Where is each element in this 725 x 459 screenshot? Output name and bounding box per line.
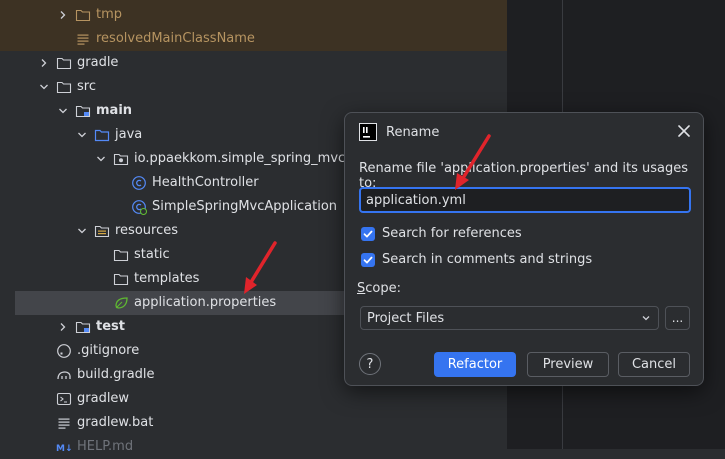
tree-item-label: HELP.md xyxy=(77,439,134,454)
chevron-right-icon[interactable] xyxy=(38,57,50,69)
chevron-down-icon[interactable] xyxy=(38,81,50,93)
source-folder-icon xyxy=(94,127,110,143)
class-icon xyxy=(131,175,147,191)
folder-icon xyxy=(56,55,72,71)
tree-item-label: templates xyxy=(134,271,200,286)
tree-item-label: test xyxy=(96,319,125,334)
chevron-right-icon[interactable] xyxy=(57,321,69,333)
tree-item[interactable]: main xyxy=(57,99,132,123)
tree-item-label: java xyxy=(115,127,143,142)
tree-item[interactable]: SimpleSpringMvcApplication xyxy=(131,195,337,219)
tree-item[interactable]: build.gradle xyxy=(56,363,155,387)
annotation-arrow xyxy=(244,241,277,294)
folder-icon xyxy=(113,247,129,263)
tree-item-label: tmp xyxy=(96,7,123,22)
chevron-right-icon[interactable] xyxy=(57,9,69,21)
tree-item-label: .gitignore xyxy=(77,343,140,358)
ignore-file-icon xyxy=(56,343,72,359)
refactor-button[interactable]: Refactor xyxy=(434,352,516,377)
tree-item[interactable]: .gitignore xyxy=(56,339,139,363)
scope-label: Scope: xyxy=(357,281,401,296)
tree-item-label: resources xyxy=(115,223,179,238)
tree-item[interactable]: resolvedMainClassName xyxy=(75,27,255,51)
dialog-title: Rename xyxy=(386,124,440,140)
module-folder-icon xyxy=(75,319,91,335)
chevron-down-icon[interactable] xyxy=(76,129,88,141)
new-name-input[interactable] xyxy=(359,187,691,213)
tree-item-label: HealthController xyxy=(152,175,259,190)
tree-item[interactable]: test xyxy=(57,315,125,339)
scope-select[interactable]: Project Files xyxy=(360,306,659,330)
chevron-down-icon xyxy=(640,312,652,324)
tree-item-label: gradle xyxy=(77,55,119,70)
intellij-icon xyxy=(359,123,377,141)
module-folder-icon xyxy=(75,103,91,119)
tree-item[interactable]: HealthController xyxy=(131,171,259,195)
markdown-icon: M↓ xyxy=(56,439,72,455)
tree-item-label: gradlew.bat xyxy=(77,415,154,430)
scope-more-button[interactable]: ... xyxy=(665,306,690,330)
spring-properties-icon xyxy=(113,295,129,311)
tree-item-label: main xyxy=(96,103,133,118)
scope-value: Project Files xyxy=(367,310,445,326)
dialog-title-bar: Rename xyxy=(359,121,439,143)
resources-folder-icon xyxy=(94,223,110,239)
cancel-button[interactable]: Cancel xyxy=(618,352,690,377)
svg-text:M↓: M↓ xyxy=(56,444,72,454)
tree-item[interactable]: io.ppaekkom.simple_spring_mvc xyxy=(95,147,345,171)
chevron-down-icon[interactable] xyxy=(57,105,69,117)
tree-item[interactable]: gradle xyxy=(38,51,118,75)
package-icon xyxy=(113,151,129,167)
tree-item-label: SimpleSpringMvcApplication xyxy=(152,199,338,214)
text-file-icon xyxy=(75,31,91,47)
shell-file-icon xyxy=(56,391,72,407)
spring-class-icon xyxy=(131,199,147,215)
folder-icon xyxy=(113,271,129,287)
search-references-checkbox[interactable] xyxy=(361,226,375,241)
tree-item[interactable]: src xyxy=(38,75,96,99)
tree-item[interactable]: gradlew.bat xyxy=(56,411,153,435)
tree-item-label: gradlew xyxy=(77,391,130,406)
preview-button[interactable]: Preview xyxy=(527,352,609,377)
folder-icon xyxy=(56,79,72,95)
tree-item[interactable]: tmp xyxy=(57,3,122,27)
rename-dialog: Rename Rename file 'application.properti… xyxy=(344,112,704,386)
search-comments-label: Search in comments and strings xyxy=(382,252,593,267)
search-comments-checkbox[interactable] xyxy=(361,252,375,267)
tree-item[interactable]: templates xyxy=(113,267,199,291)
tree-item[interactable]: java xyxy=(76,123,142,147)
chevron-down-icon[interactable] xyxy=(95,153,107,165)
gradle-file-icon xyxy=(56,367,72,383)
chevron-down-icon[interactable] xyxy=(76,225,88,237)
tree-item[interactable]: M↓ HELP.md xyxy=(56,435,133,459)
search-references-label: Search for references xyxy=(382,226,522,241)
help-button[interactable]: ? xyxy=(359,353,381,375)
tree-item[interactable]: resources xyxy=(76,219,178,243)
tree-item[interactable]: gradlew xyxy=(56,387,129,411)
tree-item-label: io.ppaekkom.simple_spring_mvc xyxy=(134,151,346,166)
tree-item-label: resolvedMainClassName xyxy=(96,31,255,46)
close-icon[interactable] xyxy=(675,122,693,140)
tree-item[interactable]: static xyxy=(113,243,170,267)
tree-item-label: static xyxy=(134,247,170,262)
tree-item-label: build.gradle xyxy=(77,367,155,382)
folder-icon xyxy=(75,7,91,23)
search-references-option[interactable]: Search for references xyxy=(361,226,522,241)
annotation-arrow xyxy=(455,134,491,190)
text-file-icon xyxy=(56,415,72,431)
search-comments-option[interactable]: Search in comments and strings xyxy=(361,252,592,267)
tree-item-label: src xyxy=(77,79,96,94)
